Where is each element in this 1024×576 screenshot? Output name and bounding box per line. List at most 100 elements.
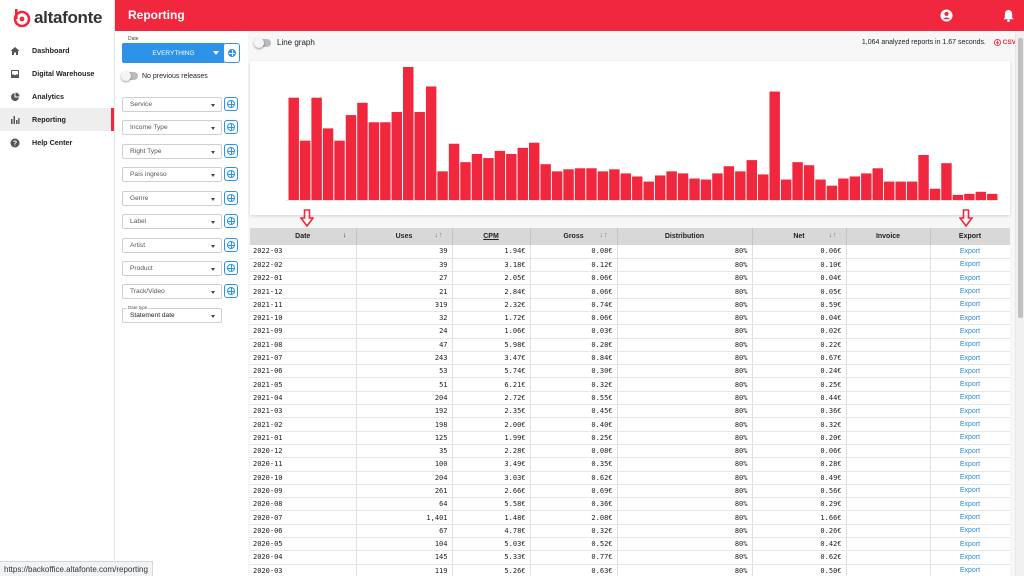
- export-link[interactable]: Export: [930, 324, 1010, 339]
- sidebar-item-digital-warehouse[interactable]: Digital Warehouse: [0, 62, 114, 85]
- export-link[interactable]: Export: [930, 377, 1010, 392]
- export-link[interactable]: Export: [930, 484, 1010, 499]
- date-globe-button[interactable]: [223, 43, 240, 63]
- column-header-date[interactable]: Date ↓: [250, 228, 357, 245]
- column-header-distribution[interactable]: Distribution: [617, 228, 753, 245]
- bell-icon[interactable]: [1002, 9, 1015, 22]
- export-link[interactable]: Export: [930, 510, 1010, 525]
- chart-bar[interactable]: [483, 158, 494, 200]
- chart-bar[interactable]: [380, 122, 391, 200]
- sidebar-item-dashboard[interactable]: Dashboard: [0, 39, 114, 62]
- export-link[interactable]: Export: [930, 537, 1010, 552]
- pais-ingreso-dropdown[interactable]: País ingreso: [122, 167, 222, 182]
- line-graph-toggle[interactable]: [254, 37, 271, 48]
- product-globe-button[interactable]: [224, 261, 238, 275]
- right-type-globe-button[interactable]: [224, 144, 238, 158]
- track-video-dropdown[interactable]: Track/Video: [122, 284, 222, 299]
- export-link[interactable]: Export: [930, 271, 1010, 286]
- genre-globe-button[interactable]: [224, 191, 238, 205]
- page-scrollbar[interactable]: [1015, 31, 1024, 576]
- product-dropdown[interactable]: Product: [122, 261, 222, 276]
- export-link[interactable]: Export: [930, 298, 1010, 312]
- chart-bar[interactable]: [952, 194, 964, 200]
- chart-bar[interactable]: [597, 171, 609, 200]
- chart-bar[interactable]: [987, 193, 998, 200]
- column-header-cpm[interactable]: CPM: [452, 228, 531, 245]
- chart-bar[interactable]: [918, 154, 929, 200]
- export-link[interactable]: Export: [930, 457, 1010, 472]
- chart-bar[interactable]: [712, 173, 723, 200]
- export-link[interactable]: Export: [930, 444, 1010, 459]
- logo[interactable]: altafonte: [0, 0, 114, 36]
- no-previous-releases-toggle[interactable]: [121, 71, 138, 81]
- service-dropdown[interactable]: Service: [122, 97, 222, 112]
- chart-bar[interactable]: [448, 143, 460, 200]
- chart-bar[interactable]: [689, 178, 700, 200]
- sort-icon[interactable]: ↓: [343, 232, 348, 239]
- chart-bar[interactable]: [861, 173, 872, 200]
- artist-globe-button[interactable]: [224, 238, 238, 252]
- chart-bar[interactable]: [723, 166, 735, 200]
- chart-bar[interactable]: [941, 163, 952, 200]
- chart-bar[interactable]: [666, 171, 677, 200]
- chart-bar[interactable]: [563, 169, 574, 200]
- chart-bar[interactable]: [632, 176, 643, 200]
- chart-bar[interactable]: [746, 160, 758, 200]
- chart-bar[interactable]: [643, 181, 654, 200]
- track-video-globe-button[interactable]: [224, 284, 238, 298]
- csv-export-button[interactable]: CSV: [993, 39, 1016, 46]
- chart-bar[interactable]: [528, 142, 540, 200]
- chart-bar[interactable]: [677, 173, 689, 200]
- income-type-dropdown[interactable]: Income Type: [122, 120, 222, 135]
- chart-bar[interactable]: [425, 86, 437, 200]
- chart-bar[interactable]: [551, 171, 563, 200]
- column-header-invoice[interactable]: Invoice: [846, 228, 931, 245]
- export-link[interactable]: Export: [930, 497, 1010, 512]
- chart-bar[interactable]: [758, 174, 769, 200]
- chart-bar[interactable]: [883, 181, 895, 200]
- chart-bar[interactable]: [872, 168, 883, 200]
- chart-bar[interactable]: [826, 185, 838, 200]
- pais-ingreso-globe-button[interactable]: [224, 167, 238, 181]
- export-link[interactable]: Export: [930, 311, 1010, 326]
- label-globe-button[interactable]: [224, 214, 238, 228]
- chart-bar[interactable]: [311, 97, 322, 200]
- export-link[interactable]: Export: [930, 258, 1010, 273]
- chart-bar[interactable]: [334, 140, 345, 200]
- export-link[interactable]: Export: [930, 564, 1010, 576]
- column-header-uses[interactable]: Uses ↓↑: [356, 228, 453, 245]
- chart-bar[interactable]: [620, 173, 632, 200]
- chart-bar[interactable]: [540, 164, 551, 200]
- chart-bar[interactable]: [735, 171, 746, 200]
- chart-bar[interactable]: [929, 188, 941, 200]
- artist-dropdown[interactable]: Artist: [122, 238, 222, 253]
- sidebar-item-reporting[interactable]: Reporting: [0, 108, 114, 131]
- chart-bar[interactable]: [895, 181, 906, 200]
- chart-bar[interactable]: [414, 112, 425, 200]
- chart-bar[interactable]: [391, 112, 403, 200]
- export-link[interactable]: Export: [930, 550, 1010, 565]
- chart-bar[interactable]: [803, 165, 815, 200]
- chart-bar[interactable]: [838, 178, 849, 200]
- account-icon[interactable]: [940, 9, 953, 22]
- chart-bar[interactable]: [815, 179, 826, 200]
- date-select[interactable]: EVERYTHING: [122, 43, 225, 63]
- chart-bar[interactable]: [322, 128, 334, 200]
- sidebar-item-help-center[interactable]: ? Help Center: [0, 131, 114, 154]
- genre-dropdown[interactable]: Genre: [122, 191, 222, 206]
- chart-bar[interactable]: [975, 191, 987, 200]
- chart-bar[interactable]: [849, 176, 861, 200]
- export-link[interactable]: Export: [930, 391, 1010, 406]
- export-link[interactable]: Export: [930, 417, 1010, 432]
- export-link[interactable]: Export: [930, 431, 1010, 445]
- chart-bar[interactable]: [964, 193, 975, 200]
- sort-icon[interactable]: ↓↑: [600, 232, 609, 239]
- sort-icon[interactable]: ↓↑: [829, 232, 838, 239]
- chart-bar[interactable]: [357, 102, 368, 200]
- chart-bar[interactable]: [506, 153, 517, 200]
- income-type-globe-button[interactable]: [224, 120, 238, 134]
- service-globe-button[interactable]: [224, 97, 238, 111]
- scrollbar-thumb[interactable]: [1018, 38, 1023, 318]
- label-dropdown[interactable]: Label: [122, 214, 222, 229]
- chart-bar[interactable]: [700, 179, 712, 200]
